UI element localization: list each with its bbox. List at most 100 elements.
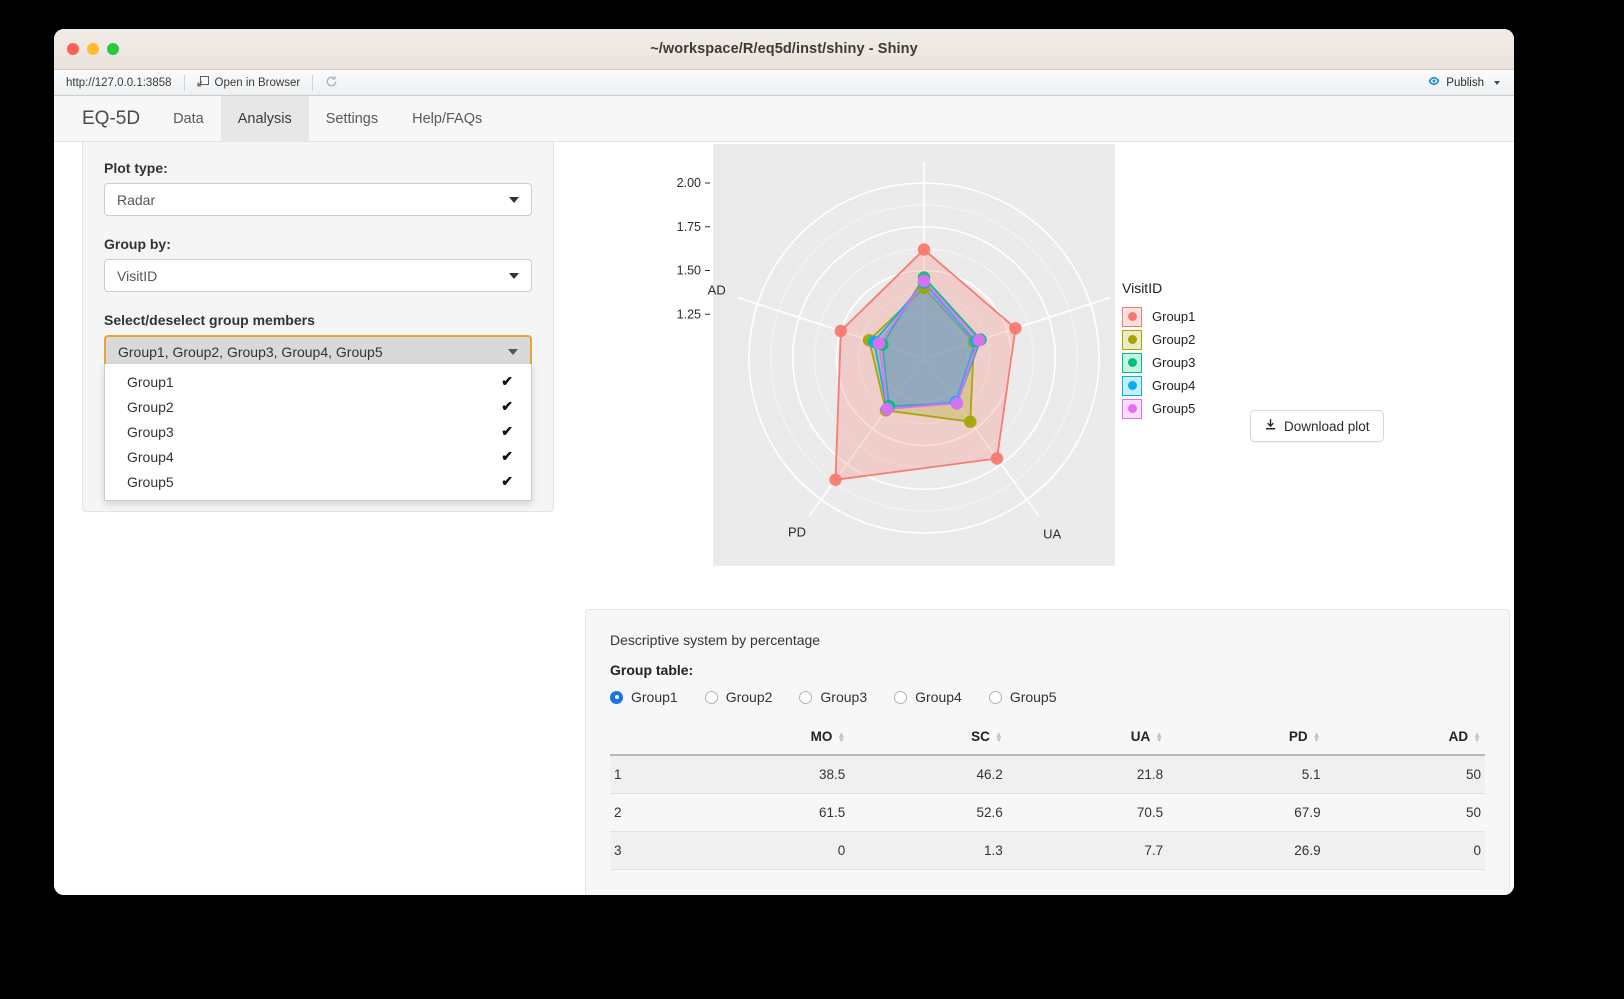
legend-swatch: [1122, 307, 1142, 327]
dropdown-item-label: Group4: [127, 449, 174, 465]
plot-type-value: Radar: [117, 192, 155, 208]
column-header-ad[interactable]: AD▲▼: [1325, 721, 1485, 755]
publish-chevron-down-icon[interactable]: [1494, 81, 1500, 85]
publish-icon: [1427, 74, 1441, 91]
close-button[interactable]: [67, 43, 79, 55]
cell-mo: 61.5: [680, 794, 849, 832]
legend-title: VisitID: [1122, 280, 1195, 296]
cell-ua: 21.8: [1007, 755, 1167, 794]
column-header-mo[interactable]: MO▲▼: [680, 721, 849, 755]
refresh-button[interactable]: [316, 75, 347, 91]
column-header-sc[interactable]: SC▲▼: [849, 721, 1006, 755]
svg-text:1.75: 1.75: [677, 220, 701, 234]
group-by-select[interactable]: VisitID: [104, 259, 532, 292]
radio-label: Group3: [820, 689, 867, 705]
plot-type-select[interactable]: Radar: [104, 183, 532, 216]
svg-text:MO: MO: [914, 144, 935, 147]
sort-icon: ▲▼: [1473, 732, 1481, 742]
legend-label: Group5: [1152, 401, 1195, 416]
window-titlebar: ~/workspace/R/eq5d/inst/shiny - Shiny: [54, 29, 1514, 70]
sort-icon: ▲▼: [1155, 732, 1163, 742]
column-header-ua[interactable]: UA▲▼: [1007, 721, 1167, 755]
url-label[interactable]: http://127.0.0.1:3858: [60, 77, 181, 89]
sort-icon: ▲▼: [995, 732, 1003, 742]
open-in-browser-button[interactable]: Open in Browser: [188, 75, 310, 90]
tab-data[interactable]: Data: [156, 96, 221, 141]
window-controls: [67, 43, 119, 55]
tab-settings[interactable]: Settings: [309, 96, 395, 141]
cell-ua: 70.5: [1007, 794, 1167, 832]
legend-item-group5[interactable]: Group5: [1122, 397, 1195, 420]
legend-item-group3[interactable]: Group3: [1122, 351, 1195, 374]
check-icon: ✔: [501, 423, 513, 440]
radio-group1[interactable]: Group1: [610, 689, 678, 705]
legend-swatch: [1122, 330, 1142, 350]
radio-group2[interactable]: Group2: [705, 689, 773, 705]
chevron-down-icon: [509, 197, 519, 203]
check-icon: ✔: [501, 448, 513, 465]
group-radio-group: Group1 Group2 Group3 Group4: [610, 689, 1485, 705]
tab-help-faqs[interactable]: Help/FAQs: [395, 96, 499, 141]
legend-label: Group4: [1152, 378, 1195, 393]
table-row[interactable]: 3 0 1.3 7.7 26.9 0: [610, 832, 1485, 870]
radio-group5[interactable]: Group5: [989, 689, 1057, 705]
dropdown-item-group5[interactable]: Group5 ✔: [105, 469, 531, 494]
radio-icon: [989, 691, 1002, 704]
maximize-button[interactable]: [107, 43, 119, 55]
descriptive-table: MO▲▼ SC▲▼ UA▲▼ PD▲▼ AD▲▼ 1 38.5 46.2 21.: [610, 721, 1485, 870]
cell-mo: 38.5: [680, 755, 849, 794]
radio-label: Group4: [915, 689, 962, 705]
dropdown-item-group4[interactable]: Group4 ✔: [105, 444, 531, 469]
open-in-browser-icon: [197, 75, 210, 90]
legend-item-group4[interactable]: Group4: [1122, 374, 1195, 397]
legend-label: Group2: [1152, 332, 1195, 347]
legend-item-group2[interactable]: Group2: [1122, 328, 1195, 351]
download-plot-button[interactable]: Download plot: [1250, 410, 1384, 442]
legend-swatch: [1122, 399, 1142, 419]
controls-sidebar: Plot type: Radar Group by: VisitID Selec…: [82, 142, 554, 512]
plot-panel: MOSCUAPDAD1.251.501.752.00 VisitID Group…: [655, 142, 1510, 612]
legend-item-group1[interactable]: Group1: [1122, 305, 1195, 328]
dropdown-item-group2[interactable]: Group2 ✔: [105, 394, 531, 419]
toolbar-divider-2: [312, 75, 313, 91]
svg-text:1.25: 1.25: [677, 307, 701, 321]
dropdown-item-group1[interactable]: Group1 ✔: [105, 369, 531, 394]
group-by-label: Group by:: [104, 236, 532, 252]
descriptive-table-panel: Descriptive system by percentage Group t…: [585, 609, 1510, 895]
table-row[interactable]: 2 61.5 52.6 70.5 67.9 50: [610, 794, 1485, 832]
svg-text:AD: AD: [708, 283, 726, 298]
svg-text:PD: PD: [788, 525, 806, 540]
cell-ad: 50: [1325, 755, 1485, 794]
radio-icon: [799, 691, 812, 704]
chart-legend: VisitID Group1 Group2 Group3: [1122, 280, 1195, 420]
dropdown-item-group3[interactable]: Group3 ✔: [105, 419, 531, 444]
cell-sc: 1.3: [849, 832, 1006, 870]
table-row[interactable]: 1 38.5 46.2 21.8 5.1 50: [610, 755, 1485, 794]
tab-analysis[interactable]: Analysis: [221, 96, 309, 141]
minimize-button[interactable]: [87, 43, 99, 55]
dropdown-item-label: Group2: [127, 399, 174, 415]
radio-group4[interactable]: Group4: [894, 689, 962, 705]
group-table-label: Group table:: [610, 662, 1485, 678]
dropdown-item-label: Group3: [127, 424, 174, 440]
column-header-index: [610, 721, 680, 755]
sort-icon: ▲▼: [837, 732, 845, 742]
radio-label: Group5: [1010, 689, 1057, 705]
chevron-down-icon: [508, 349, 518, 355]
download-plot-label: Download plot: [1284, 419, 1370, 434]
desktop-background: ~/workspace/R/eq5d/inst/shiny - Shiny ht…: [0, 0, 1624, 999]
radio-group3[interactable]: Group3: [799, 689, 867, 705]
main-content: Plot type: Radar Group by: VisitID Selec…: [54, 142, 1514, 895]
radar-chart: MOSCUAPDAD1.251.501.752.00: [655, 144, 1115, 569]
legend-label: Group3: [1152, 355, 1195, 370]
plot-type-label: Plot type:: [104, 160, 532, 176]
legend-swatch: [1122, 376, 1142, 396]
group-members-dropdown[interactable]: Group1 ✔ Group2 ✔ Group3 ✔ Group4 ✔: [104, 364, 532, 501]
publish-label: Publish: [1446, 77, 1484, 89]
publish-button[interactable]: Publish: [1419, 74, 1508, 91]
app-brand[interactable]: EQ-5D: [66, 96, 156, 141]
dropdown-item-label: Group1: [127, 374, 174, 390]
check-icon: ✔: [501, 473, 513, 490]
column-header-pd[interactable]: PD▲▼: [1167, 721, 1324, 755]
radio-label: Group2: [726, 689, 773, 705]
